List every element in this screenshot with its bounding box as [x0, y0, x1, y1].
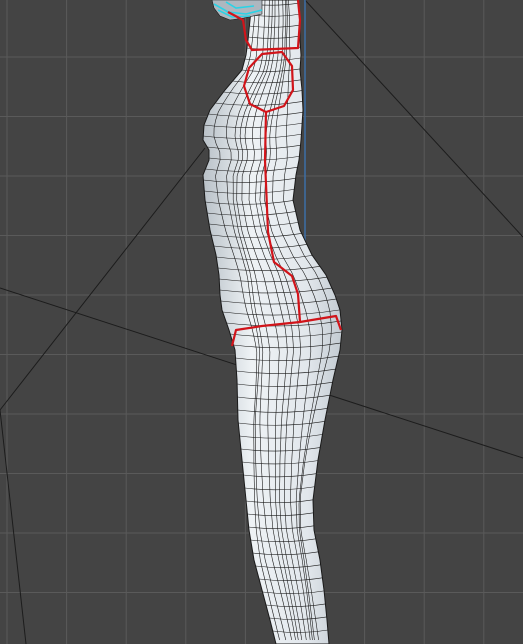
- 3d-viewport[interactable]: [0, 0, 523, 644]
- camera-guide-line: [304, 0, 523, 238]
- camera-guide-line: [0, 147, 206, 411]
- camera-guide-line: [0, 409, 27, 644]
- viewport-canvas[interactable]: [0, 0, 523, 644]
- body-mesh[interactable]: [202, 0, 343, 644]
